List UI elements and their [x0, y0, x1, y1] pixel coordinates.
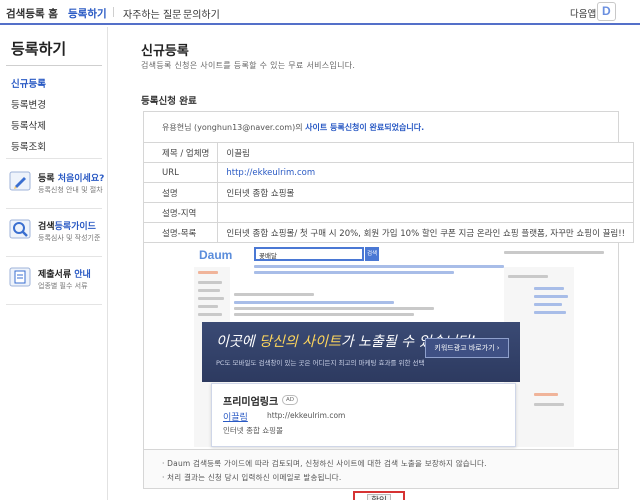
nav-home-link[interactable]: 검색등록 홈	[6, 6, 58, 21]
preview-left-item	[198, 305, 218, 308]
daum-logo-letter: D	[602, 4, 611, 18]
preview-left-item	[198, 297, 224, 300]
row-label: 설명-목록	[142, 222, 219, 243]
page-description: 검색등록 신청은 사이트를 등록할 수 있는 무료 서비스입니다.	[141, 61, 356, 70]
sidebar-item-change[interactable]: 등록변경	[11, 97, 46, 111]
sidebar-divider	[6, 208, 102, 209]
ad-promo-banner: 이곳에 당신의 사이트가 노출될 수 있습니다! PC도 모바일도 검색창이 있…	[202, 322, 520, 382]
url-link[interactable]: http://ekkeulrim.com	[217, 162, 635, 183]
ad-site-url: http://ekkeulrim.com	[267, 411, 346, 420]
row-label: 설명	[142, 182, 219, 203]
banner-subtitle: PC도 모바일도 검색창이 있는 곳은 어디든지 최고의 마케팅 효과를 위한 …	[216, 359, 425, 367]
preview-right-item	[534, 403, 564, 406]
sidebar-divider	[6, 304, 102, 305]
page-title: 신규등록	[141, 44, 189, 59]
preview-search-button: 검색	[365, 247, 379, 261]
premium-link-card: 프리미엄링크 AD 이끌림 http://ekkeulrim.com 인터넷 종…	[211, 383, 516, 447]
promo-subtitle: 등록신청 안내 및 절차	[38, 186, 103, 194]
sidebar-title-divider	[6, 65, 102, 66]
preview-related-keywords	[254, 265, 504, 268]
completion-message: 유용현님 (yonghun13@naver.com)의 사이트 등록신청이 완료…	[162, 123, 425, 132]
daum-logo-icon[interactable]: D	[597, 2, 616, 21]
row-value: 인터넷 종합 쇼핑몰/ 첫 구매 시 20%, 회원 가입 10% 할인 쿠폰 …	[217, 222, 635, 243]
sidebar-item-new[interactable]: 신규등록	[11, 76, 46, 90]
row-label: 설명-지역	[142, 202, 219, 223]
confirm-button[interactable]: 확인	[353, 491, 405, 500]
sidebar-divider	[6, 256, 102, 257]
preview-result-line	[234, 301, 394, 304]
preview-right-item	[534, 311, 566, 314]
nav-divider	[113, 7, 114, 17]
preview-right-item	[534, 287, 564, 290]
ad-site-name: 이끌림	[223, 413, 248, 423]
sidebar-item-lookup[interactable]: 등록조회	[11, 139, 46, 153]
preview-right-item	[534, 295, 568, 298]
nav-inquiry-link[interactable]: 문의하기	[183, 6, 220, 21]
preview-left-item	[198, 313, 222, 316]
row-value: 이끌림	[217, 142, 635, 163]
table-row: 설명 인터넷 종합 쇼핑몰	[142, 182, 635, 203]
preview-right-item	[508, 275, 548, 278]
confirm-button-label: 확인	[367, 494, 391, 500]
nav-faq-link[interactable]: 자주하는 질문	[123, 6, 181, 21]
sidebar-title: 등록하기	[11, 40, 67, 58]
table-row: URL http://ekkeulrim.com	[142, 162, 635, 183]
sidebar: 등록하기 신규등록 등록변경 등록삭제 등록조회 등록 처음이세요? 등록신청 …	[0, 27, 108, 500]
search-preview-image: Daum 꽃배달 검색 이곳에 당신의 사이트가 노출될 수 있습니다! PC도…	[143, 242, 619, 460]
promo-first-time[interactable]: 등록 처음이세요? 등록신청 안내 및 절차	[6, 166, 105, 210]
sidebar-divider	[6, 158, 102, 159]
preview-result-line	[234, 313, 414, 316]
ad-site-description: 인터넷 종합 쇼핑몰	[223, 426, 283, 435]
row-label: 제목 / 업체명	[142, 142, 219, 163]
preview-left-item	[198, 271, 218, 274]
magnifier-icon	[9, 219, 31, 239]
notice-line: · 처리 결과는 신청 당시 입력하신 이메일로 발송됩니다.	[162, 473, 342, 482]
row-label: URL	[142, 162, 219, 183]
sidebar-item-delete[interactable]: 등록삭제	[11, 118, 46, 132]
preview-right-item	[534, 303, 562, 306]
promo-title: 검색등록가이드	[38, 222, 96, 232]
daum-app-link[interactable]: 다음앱	[570, 6, 596, 20]
table-row: 제목 / 업체명 이끌림	[142, 142, 635, 163]
preview-related-keywords	[254, 271, 454, 274]
promo-documents[interactable]: 제출서류 안내 업종별 필수 서류	[6, 262, 102, 306]
preview-result-line	[234, 307, 434, 310]
completion-message-box: 유용현님 (yonghun13@naver.com)의 사이트 등록신청이 완료…	[143, 111, 619, 142]
document-icon	[9, 267, 31, 287]
top-nav: 검색등록 홈 등록하기 자주하는 질문 문의하기 다음앱 D	[0, 0, 640, 25]
table-row: 설명-목록 인터넷 종합 쇼핑몰/ 첫 구매 시 20%, 회원 가입 10% …	[142, 222, 635, 243]
preview-search-box: 꽃배달	[254, 247, 364, 261]
preview-result-line	[234, 293, 314, 296]
ad-badge: AD	[282, 395, 298, 405]
ad-card-title: 프리미엄링크	[223, 397, 279, 408]
pencil-icon	[9, 171, 31, 191]
nav-register-link[interactable]: 등록하기	[68, 6, 107, 21]
preview-top-links	[504, 251, 604, 254]
row-value	[217, 202, 635, 223]
row-value: 인터넷 종합 쇼핑몰	[217, 182, 635, 203]
section-title: 등록신청 완료	[141, 96, 197, 107]
preview-left-item	[198, 289, 220, 292]
preview-daum-logo: Daum	[199, 248, 233, 262]
registration-info-table: 제목 / 업체명 이끌림 URL http://ekkeulrim.com 설명…	[142, 142, 635, 243]
preview-right-item	[534, 393, 558, 396]
promo-guide[interactable]: 검색등록가이드 등록심사 및 작성기준	[6, 214, 102, 258]
notice-line: · Daum 검색등록 가이드에 따라 검토되며, 신청하신 사이트에 대한 검…	[162, 459, 487, 468]
keyword-ad-button[interactable]: 키워드광고 바로가기 ›	[425, 338, 509, 358]
preview-left-item	[198, 281, 222, 284]
table-row: 설명-지역	[142, 202, 635, 223]
promo-subtitle: 업종별 필수 서류	[38, 282, 88, 290]
notice-box: · Daum 검색등록 가이드에 따라 검토되며, 신청하신 사이트에 대한 검…	[143, 449, 619, 489]
promo-title: 제출서류 안내	[38, 270, 91, 280]
promo-title: 등록 처음이세요?	[38, 174, 105, 184]
promo-subtitle: 등록심사 및 작성기준	[38, 234, 101, 242]
